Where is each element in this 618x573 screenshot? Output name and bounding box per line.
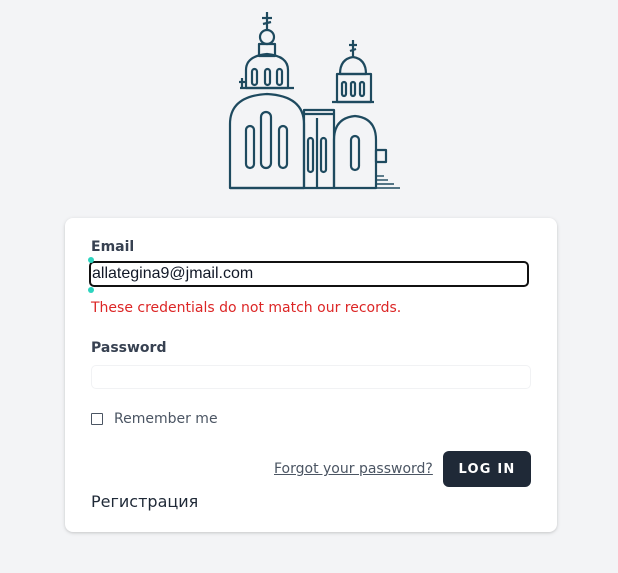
selection-handle-top-icon (88, 257, 94, 263)
register-link[interactable]: Регистрация (91, 492, 198, 511)
remember-me-checkbox[interactable] (91, 413, 103, 425)
email-label: Email (91, 239, 135, 255)
login-card: Email These credentials do not match our… (65, 218, 557, 532)
remember-me-label: Remember me (114, 411, 218, 427)
error-message: These credentials do not match our recor… (91, 300, 402, 316)
password-label: Password (91, 340, 167, 356)
password-field[interactable] (91, 365, 531, 389)
church-logo-icon (228, 12, 400, 190)
remember-me[interactable]: Remember me (91, 411, 218, 427)
login-button[interactable]: LOG IN (443, 451, 531, 487)
forgot-password-link[interactable]: Forgot your password? (274, 461, 433, 477)
email-field[interactable] (89, 261, 529, 287)
selection-handle-bottom-icon (88, 287, 94, 293)
